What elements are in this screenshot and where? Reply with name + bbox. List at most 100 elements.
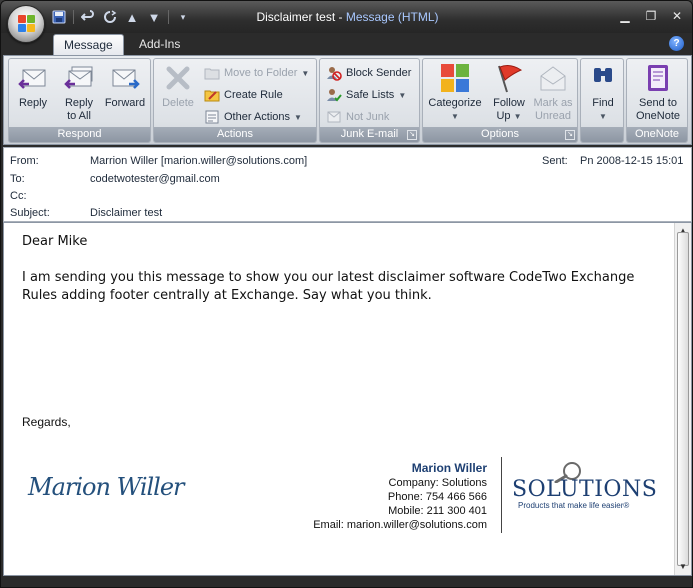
window-title-separator: - (335, 10, 346, 24)
options-group: Categorize ▼ Follow Up ▼ Mark as Unread … (422, 58, 578, 143)
reply-all-button[interactable]: Reply to All (57, 62, 101, 123)
reply-label: Reply (18, 97, 48, 109)
body-paragraph: I am sending you this message to show yo… (22, 270, 635, 303)
chevron-down-icon: ▼ (599, 112, 607, 121)
from-value[interactable]: Marrion Willer [marion.willer@solutions.… (90, 155, 307, 167)
message-content: Dear Mike I am sending you this message … (22, 233, 652, 431)
binoculars-icon (587, 62, 619, 94)
delete-button[interactable]: Delete (156, 62, 200, 110)
send-to-onenote-label-1: Send to (639, 97, 677, 109)
find-group: Find ▼ (580, 58, 624, 143)
forward-button[interactable]: Forward (103, 62, 147, 110)
not-junk-icon (326, 109, 342, 125)
greeting: Dear Mike (22, 234, 88, 249)
mark-as-unread-label-1: Mark as (533, 97, 573, 109)
actions-group-label: Actions (154, 127, 316, 142)
restore-icon[interactable]: ❐ (638, 7, 664, 25)
mark-as-unread-button[interactable]: Mark as Unread (531, 62, 575, 123)
reply-all-label-2: to All (67, 110, 91, 122)
message-window: ▲ ▼ ▾ Disclaimer test - Message (HTML) ▁… (0, 0, 693, 588)
onenote-icon (642, 62, 674, 94)
mark-as-unread-icon (537, 62, 569, 94)
help-icon[interactable]: ? (669, 36, 684, 51)
ribbon: Reply Reply to All Forward Respond Delet… (3, 55, 692, 145)
window-controls: ▁ ❐ ✕ (612, 7, 690, 25)
delete-icon (162, 62, 194, 94)
company-logo-tagline: Products that make life easier® (518, 501, 630, 510)
signature-email[interactable]: Email: marion.willer@solutions.com (313, 519, 487, 531)
not-junk-button[interactable]: Not Junk (326, 107, 389, 127)
chevron-down-icon: ▼ (294, 112, 302, 122)
follow-up-button[interactable]: Follow Up ▼ (487, 62, 531, 123)
onenote-group: Send to OneNote OneNote (626, 58, 688, 143)
safe-lists-icon (326, 87, 342, 103)
send-to-onenote-button[interactable]: Send to OneNote (632, 62, 684, 123)
to-label: To: (10, 173, 25, 185)
reply-button[interactable]: Reply (11, 62, 55, 110)
message-body[interactable]: Dear Mike I am sending you this message … (3, 222, 692, 576)
minimize-icon[interactable]: ▁ (612, 7, 638, 25)
reply-all-label-1: Reply (64, 97, 94, 109)
window-title-app: Message (HTML) (345, 10, 439, 24)
chevron-down-icon: ▼ (451, 112, 459, 121)
create-rule-label: Create Rule (224, 89, 283, 101)
junk-email-options-launcher-icon[interactable]: ↘ (407, 130, 417, 140)
signature-phone: Phone: 754 466 566 (387, 491, 487, 503)
block-sender-button[interactable]: Block Sender (326, 63, 411, 83)
safe-lists-button[interactable]: Safe Lists ▼ (326, 85, 406, 105)
follow-up-flag-icon (493, 62, 525, 94)
not-junk-label: Not Junk (346, 111, 390, 123)
onenote-group-label: OneNote (627, 127, 687, 142)
categorize-icon (439, 62, 471, 94)
create-rule-icon (204, 87, 220, 103)
other-actions-label: Other Actions (224, 111, 291, 123)
signature-company: Company: Solutions (388, 477, 487, 489)
find-group-label (581, 127, 623, 142)
find-button[interactable]: Find ▼ (581, 62, 625, 123)
status-bar (1, 577, 692, 587)
block-sender-icon (326, 65, 342, 81)
respond-group: Reply Reply to All Forward Respond (8, 58, 151, 143)
reply-all-icon (63, 62, 95, 94)
from-label: From: (10, 155, 39, 167)
title-bar: ▲ ▼ ▾ Disclaimer test - Message (HTML) ▁… (1, 1, 692, 33)
other-actions-button[interactable]: Other Actions ▼ (204, 107, 302, 127)
other-actions-icon (204, 109, 220, 125)
mark-as-unread-label-2: Unread (534, 110, 572, 122)
subject-label: Subject: (10, 207, 50, 219)
create-rule-button[interactable]: Create Rule (204, 85, 283, 105)
actions-group: Delete Move to Folder ▼ Create Rule Othe… (153, 58, 317, 143)
tab-add-ins[interactable]: Add-Ins (129, 34, 190, 55)
categorize-button[interactable]: Categorize ▼ (425, 62, 485, 123)
tab-message[interactable]: Message (53, 34, 124, 55)
follow-up-label-2: Up (496, 110, 511, 122)
send-to-onenote-label-2: OneNote (635, 110, 681, 122)
scroll-down-icon[interactable]: ▼ (675, 559, 691, 575)
signature-name: Marion Willer (411, 461, 487, 475)
chevron-down-icon: ▼ (513, 112, 522, 121)
company-logo: SOLUTIONS (512, 477, 658, 502)
window-title-text: Disclaimer test (256, 10, 336, 24)
reply-icon (17, 62, 49, 94)
signature-mobile: Mobile: 211 300 401 (388, 505, 487, 517)
categorize-label: Categorize (428, 97, 482, 109)
delete-label: Delete (162, 97, 194, 109)
move-to-folder-button[interactable]: Move to Folder ▼ (204, 63, 309, 83)
scrollbar-thumb[interactable] (677, 232, 689, 566)
move-to-folder-icon (204, 65, 220, 81)
vertical-scrollbar[interactable]: ▲ ▼ (674, 223, 691, 575)
junk-email-group-label: Junk E-mail (320, 127, 419, 142)
to-value[interactable]: codetwotester@gmail.com (90, 173, 220, 185)
follow-up-label-1: Follow (493, 97, 525, 109)
find-label: Find (592, 97, 614, 109)
move-to-folder-label: Move to Folder (224, 67, 298, 79)
office-button[interactable] (7, 5, 45, 43)
signature-divider (501, 457, 502, 533)
office-logo-icon (18, 15, 36, 33)
safe-lists-label: Safe Lists (346, 89, 395, 101)
respond-group-label: Respond (9, 127, 150, 142)
options-launcher-icon[interactable]: ↘ (565, 130, 575, 140)
close-icon[interactable]: ✕ (664, 7, 690, 25)
handwritten-signature: Marion Willer (28, 473, 185, 501)
subject-value: Disclaimer test (90, 207, 163, 219)
